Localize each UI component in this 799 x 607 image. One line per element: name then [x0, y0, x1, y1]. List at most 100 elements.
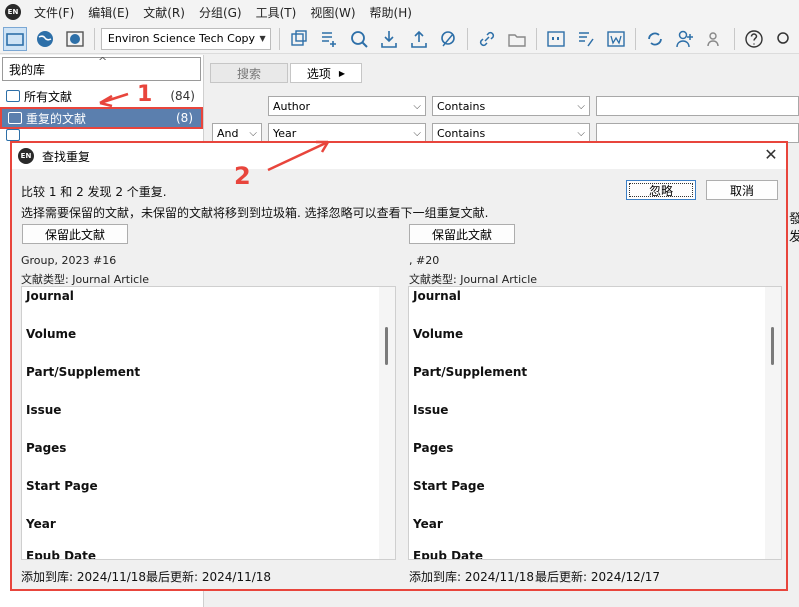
chevron-down-icon: ⌵	[577, 127, 585, 139]
right-reference-type: 文献类型: Journal Article	[409, 273, 538, 286]
search-operator-select[interactable]: Contains ⌵	[432, 123, 590, 143]
duplicates-summary: 比较 1 和 2 发现 2 个重复.	[21, 185, 167, 199]
endnote-logo-icon: EN	[5, 4, 21, 20]
group-label: 重复的文献	[26, 111, 87, 126]
chevron-down-icon: ⌵	[413, 127, 421, 139]
field-label: Start Page	[26, 479, 98, 493]
folder-icon	[6, 32, 24, 46]
field-label: Part/Supplement	[26, 365, 141, 379]
group-all-references[interactable]: 所有文献 (84)	[0, 85, 203, 107]
scroll-thumb[interactable]	[771, 327, 774, 365]
help-icon	[745, 29, 763, 48]
dialog-title: 查找重复	[42, 149, 91, 164]
users-icon	[707, 31, 719, 46]
return-to-word-button[interactable]	[604, 27, 628, 51]
field-label: Issue	[26, 403, 62, 417]
open-link-button[interactable]	[475, 27, 499, 51]
open-folder-icon	[508, 33, 527, 47]
menu-groups[interactable]: 分组(G)	[192, 4, 249, 21]
right-scrollbar[interactable]	[765, 287, 781, 559]
format-bibliography-button[interactable]	[574, 27, 598, 51]
field-label: Epub Date	[413, 549, 484, 560]
field-label: Epub Date	[26, 549, 97, 560]
field-label: Issue	[413, 403, 449, 417]
help-button[interactable]	[742, 27, 766, 51]
close-button[interactable]: ✕	[762, 146, 780, 164]
integrated-library-mode-button[interactable]	[63, 27, 87, 51]
local-library-mode-button[interactable]	[3, 26, 27, 51]
online-search-mode-button[interactable]	[33, 27, 57, 51]
export-button[interactable]	[407, 27, 431, 51]
left-date-added: 添加到库: 2024/11/18	[21, 570, 147, 584]
insert-citation-button[interactable]	[544, 27, 568, 51]
duplicate-group-icon	[8, 112, 22, 124]
toolbar-separator	[467, 27, 469, 50]
open-file-button[interactable]	[505, 27, 529, 51]
menu-help[interactable]: 帮助(H)	[363, 4, 419, 21]
group-duplicate-references[interactable]: 重复的文献 (8)	[0, 107, 203, 129]
options-label: 选项	[306, 66, 331, 81]
new-reference-button[interactable]	[317, 27, 341, 51]
search-connector-value: And	[217, 126, 239, 140]
sync-icon	[648, 32, 663, 45]
find-full-text-button[interactable]	[437, 27, 461, 51]
options-arrow-icon: ▶	[338, 68, 346, 78]
keep-this-record-right-button[interactable]: 保留此文献	[409, 224, 515, 244]
search-term-input[interactable]	[596, 123, 799, 143]
right-reference-id: , #20	[409, 254, 440, 267]
keep-this-record-left-button[interactable]: 保留此文献	[22, 224, 128, 244]
field-label: Pages	[413, 441, 454, 455]
scroll-thumb[interactable]	[385, 327, 388, 365]
search-field-value: Author	[273, 99, 311, 113]
search-operator-select[interactable]: Contains ⌵	[432, 96, 590, 116]
skip-button[interactable]: 忽略	[626, 180, 696, 200]
chevron-down-icon: ⌵	[249, 127, 257, 139]
menu-file[interactable]: 文件(F)	[27, 4, 81, 21]
library-header[interactable]: 我的库 ^	[2, 55, 201, 81]
group-count: (84)	[170, 89, 195, 103]
search-term-input[interactable]	[596, 96, 799, 116]
group-count: (8)	[176, 111, 193, 125]
duplicates-instructions: 选择需要保留的文献，未保留的文献将移到到垃圾箱. 选择忽略可以查看下一组重复文献…	[21, 206, 489, 220]
group-sharing-button[interactable]	[703, 27, 727, 51]
menu-references[interactable]: 文献(R)	[136, 4, 192, 21]
find-full-text-icon	[441, 30, 456, 46]
export-icon	[410, 30, 427, 48]
search-field-select[interactable]: Year ⌵	[268, 123, 426, 143]
dialog-body: 比较 1 和 2 发现 2 个重复. 选择需要保留的文献，未保留的文献将移到到垃…	[12, 169, 786, 589]
collapse-caret-icon[interactable]: ^	[98, 55, 107, 68]
search-icon	[777, 31, 789, 44]
copy-to-group-button[interactable]	[287, 27, 311, 51]
share-library-button[interactable]	[673, 27, 697, 51]
field-label: Pages	[26, 441, 67, 455]
left-last-updated: 最后更新: 2024/11/18	[146, 570, 272, 584]
output-style-value: Environ Science Tech Copy	[107, 32, 256, 45]
background-text: 发	[789, 230, 799, 245]
chevron-down-icon: ⌵	[577, 100, 585, 112]
sync-button[interactable]	[643, 27, 667, 51]
output-style-select[interactable]: Environ Science Tech Copy ▼	[100, 27, 271, 50]
format-icon	[579, 31, 594, 46]
search-field-button[interactable]	[772, 27, 796, 51]
group-icon	[6, 129, 20, 141]
search-operator-value: Contains	[437, 99, 486, 113]
options-button[interactable]: 选项 ▶	[290, 63, 362, 83]
left-scrollbar[interactable]	[379, 287, 395, 559]
menu-window[interactable]: 视图(W)	[303, 4, 362, 21]
search-field-select[interactable]: Author ⌵	[268, 96, 426, 116]
word-icon	[607, 30, 626, 47]
toolbar-separator	[93, 27, 95, 50]
left-reference-id: Group, 2023 #16	[21, 254, 117, 267]
import-button[interactable]	[377, 27, 401, 51]
menu-tools[interactable]: 工具(T)	[249, 4, 304, 21]
online-search-button[interactable]	[347, 27, 371, 51]
cancel-button[interactable]: 取消	[706, 180, 778, 200]
toolbar-separator	[278, 27, 280, 50]
annotation-number-one: 1	[137, 82, 153, 107]
search-connector-select[interactable]: And ⌵	[212, 123, 262, 143]
search-field-value: Year	[273, 126, 297, 140]
search-button[interactable]: 搜索	[210, 63, 288, 83]
link-icon	[480, 31, 495, 46]
import-icon	[380, 30, 397, 48]
menu-edit[interactable]: 编辑(E)	[81, 4, 136, 21]
